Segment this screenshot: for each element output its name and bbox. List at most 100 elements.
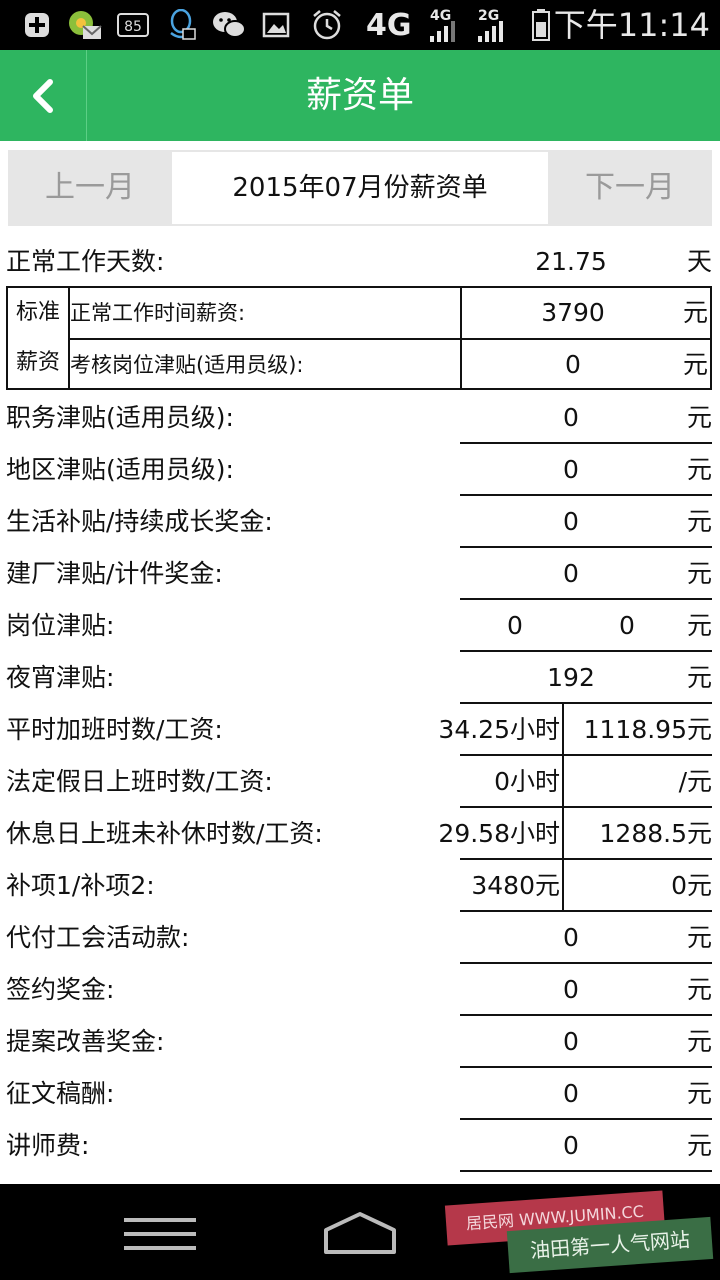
menu-icon xyxy=(124,1218,196,1250)
table-row: 平时加班时数/工资: 34.25小时 1118.95元 xyxy=(0,704,720,756)
row-label: 法定假日上班时数/工资: xyxy=(6,767,273,796)
list-item: 岗位津贴: 0 0 元 xyxy=(0,600,720,652)
row-unit: 元 xyxy=(686,1027,712,1056)
row-unit: 元 xyxy=(686,923,712,952)
row-value-2: 0 xyxy=(619,611,635,640)
row-value: 0 xyxy=(563,975,579,1004)
list-item: 签约奖金: 0 元 xyxy=(0,964,720,1016)
row-label: 征文稿酬: xyxy=(6,1079,115,1108)
row-unit: 元 xyxy=(686,611,712,640)
row-value-left: 29.58小时 xyxy=(438,819,560,848)
row-value: 0 xyxy=(563,403,579,432)
list-item: 地区津贴(适用员级): 0 元 xyxy=(0,444,720,496)
home-icon xyxy=(324,1212,396,1254)
row-label: 正常工作天数: xyxy=(6,247,165,276)
list-item: 征文稿酬: 0 元 xyxy=(0,1068,720,1120)
group-label: 薪资 xyxy=(15,350,60,375)
battery-icon xyxy=(526,8,556,42)
row-value-right: /元 xyxy=(678,767,712,796)
row-value-left: 0小时 xyxy=(494,767,560,796)
qq-icon xyxy=(164,8,198,42)
list-item: 讲师费: 0 元 xyxy=(0,1120,720,1172)
table-row: 法定假日上班时数/工资: 0小时 /元 xyxy=(0,756,720,808)
status-bar: 85 4G 4G 2G 下午11:14 xyxy=(0,0,720,50)
row-label: 代付工会活动款: xyxy=(6,923,190,952)
row-label: 夜宵津贴: xyxy=(6,663,115,692)
row-unit: 元 xyxy=(686,403,712,432)
image-icon xyxy=(260,8,292,42)
row-unit: 元 xyxy=(686,1131,712,1160)
month-switcher: 上一月 2015年07月份薪资单 下一月 xyxy=(8,150,712,226)
back-button[interactable] xyxy=(0,50,87,141)
current-month-title: 2015年07月份薪资单 xyxy=(172,152,548,224)
row-label: 正常工作时间薪资: xyxy=(70,301,246,325)
row-label: 休息日上班未补休时数/工资: xyxy=(6,819,323,848)
row-label: 讲师费: xyxy=(6,1131,90,1160)
row-value: 0 xyxy=(563,455,579,484)
row-label: 地区津贴(适用员级): xyxy=(6,455,234,484)
row-value: 21.75 xyxy=(535,247,607,276)
list-item: 提案改善奖金: 0 元 xyxy=(0,1016,720,1068)
row-label: 生活补贴/持续成长奖金: xyxy=(6,507,273,536)
row-value-left: 34.25小时 xyxy=(438,715,560,744)
title-bar: 薪资单 xyxy=(0,50,720,141)
standard-wage-table: 标准 薪资 正常工作时间薪资: 3790 元 考核岗位津贴(适用员级): 0 元 xyxy=(6,286,712,390)
list-item: 夜宵津贴: 192 元 xyxy=(0,652,720,704)
battery-85-icon: 85 xyxy=(116,8,152,42)
row-label: 岗位津贴: xyxy=(6,611,115,640)
wechat-icon xyxy=(210,8,248,42)
svg-text:85: 85 xyxy=(124,19,142,35)
plus-icon xyxy=(22,8,52,42)
row-label: 考核岗位津贴(适用员级): xyxy=(70,353,304,377)
app-badge-icon xyxy=(64,8,104,42)
row-label: 平时加班时数/工资: xyxy=(6,715,223,744)
row-value: 192 xyxy=(547,663,595,692)
row-value-right: 0元 xyxy=(671,871,712,900)
network-type: 4G xyxy=(366,8,412,43)
signal-2g-icon xyxy=(478,18,503,42)
row-value: 3790 xyxy=(541,298,605,327)
list-item: 代付工会活动款: 0 元 xyxy=(0,912,720,964)
row-value: 0 xyxy=(563,1027,579,1056)
row-label: 签约奖金: xyxy=(6,975,115,1004)
row-label: 提案改善奖金: xyxy=(6,1027,165,1056)
row-label: 建厂津贴/计件奖金: xyxy=(6,559,223,588)
alarm-icon xyxy=(308,8,346,42)
chevron-left-icon xyxy=(33,78,53,113)
menu-button[interactable] xyxy=(122,1214,198,1254)
row-label: 补项1/补项2: xyxy=(6,871,155,900)
row-unit: 元 xyxy=(686,1079,712,1108)
row-unit: 元 xyxy=(686,455,712,484)
row-value: 0 xyxy=(563,507,579,536)
row-value: 0 xyxy=(563,923,579,952)
table-row: 补项1/补项2: 3480元 0元 xyxy=(0,860,720,912)
row-value: 0 xyxy=(563,1079,579,1108)
list-item: 生活补贴/持续成长奖金: 0 元 xyxy=(0,496,720,548)
table-row: 休息日上班未补休时数/工资: 29.58小时 1288.5元 xyxy=(0,808,720,860)
row-unit: 天 xyxy=(686,247,712,276)
row-unit: 元 xyxy=(686,975,712,1004)
prev-month-button[interactable]: 上一月 xyxy=(8,150,172,226)
row-value-left: 3480元 xyxy=(471,871,560,900)
row-value: 0 xyxy=(563,1131,579,1160)
row-value: 0 xyxy=(507,611,523,640)
list-item: 建厂津贴/计件奖金: 0 元 xyxy=(0,548,720,600)
signal-4g-icon xyxy=(430,18,455,42)
row-unit: 元 xyxy=(686,507,712,536)
row-unit: 元 xyxy=(686,663,712,692)
clock: 下午11:14 xyxy=(553,6,710,44)
standard-wage-group: 标准 薪资 xyxy=(8,288,70,388)
row-value-right: 1288.5元 xyxy=(599,819,712,848)
row-value-right: 1118.95元 xyxy=(583,715,712,744)
work-days-row: 正常工作天数: 21.75 天 xyxy=(0,236,720,288)
page-title: 薪资单 xyxy=(305,75,414,116)
list-item: 职务津贴(适用员级): 0 元 xyxy=(0,392,720,444)
group-label: 标准 xyxy=(15,300,60,325)
row-unit: 元 xyxy=(686,559,712,588)
row-unit: 元 xyxy=(682,298,708,327)
next-month-button[interactable]: 下一月 xyxy=(548,150,712,226)
row-unit: 元 xyxy=(682,350,708,379)
row-value: 0 xyxy=(565,350,581,379)
home-button[interactable] xyxy=(322,1210,398,1256)
row-value: 0 xyxy=(563,559,579,588)
